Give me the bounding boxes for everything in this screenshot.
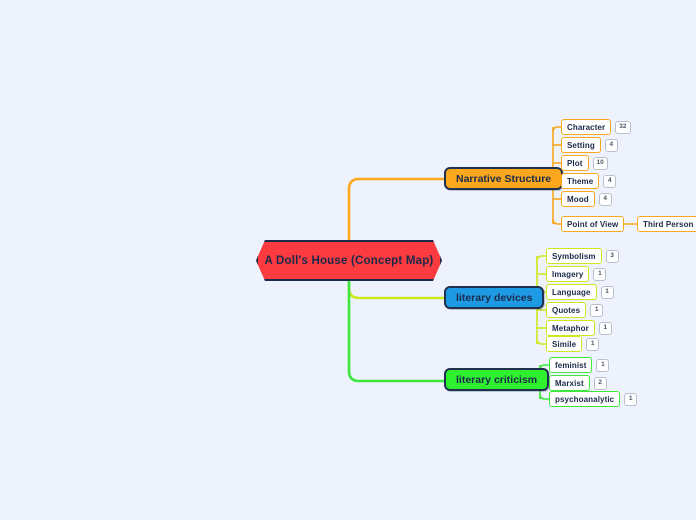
leaf-label[interactable]: Simile (546, 336, 583, 352)
leaf-label[interactable]: Mood (561, 191, 595, 207)
leaf-item[interactable]: Marxist 2 (549, 375, 607, 391)
leaf-badge: 1 (586, 337, 600, 351)
leaf-item[interactable]: Imagery 1 (546, 266, 607, 282)
leaf-label[interactable]: Metaphor (546, 320, 595, 336)
leaf-badge: 1 (596, 358, 610, 372)
leaf-badge: 4 (604, 138, 618, 152)
leaf-label[interactable]: psychoanalytic (549, 391, 621, 407)
leaf-badge: 3 (605, 249, 619, 263)
leaf-item[interactable]: Simile 1 (546, 336, 600, 352)
leaf-label[interactable]: Theme (561, 173, 600, 189)
leaf-item-third-person[interactable]: Third Person Po (637, 216, 696, 232)
leaf-badge: 1 (600, 285, 614, 299)
leaf-item[interactable]: Language 1 (546, 284, 614, 300)
leaf-item[interactable]: Symbolism 3 (546, 248, 619, 264)
leaf-item[interactable]: Plot 10 (561, 155, 608, 171)
leaf-badge: 1 (590, 303, 604, 317)
leaf-badge: 4 (603, 174, 617, 188)
leaf-label[interactable]: Language (546, 284, 597, 300)
leaf-item[interactable]: Point of View (561, 216, 625, 232)
leaf-item[interactable]: Setting 4 (561, 137, 618, 153)
root-node-label: A Doll's House (Concept Map) (264, 254, 434, 267)
leaf-item[interactable]: Mood 4 (561, 191, 612, 207)
leaf-item[interactable]: psychoanalytic 1 (549, 391, 638, 407)
leaf-badge: 10 (592, 156, 608, 170)
leaf-label[interactable]: Third Person Po (637, 216, 696, 232)
leaf-item[interactable]: Metaphor 1 (546, 320, 612, 336)
leaf-item[interactable]: feminist 1 (549, 357, 610, 373)
branch-node-narrative-structure[interactable]: Narrative Structure (444, 167, 564, 190)
leaf-label[interactable]: Character (561, 119, 612, 135)
leaf-item[interactable]: Character 32 (561, 119, 631, 135)
branch-label: literary criticism (456, 373, 538, 386)
leaf-item[interactable]: Quotes 1 (546, 302, 604, 318)
leaf-label[interactable]: feminist (549, 357, 593, 373)
leaf-label[interactable]: Marxist (549, 375, 590, 391)
branch-node-literary-criticism[interactable]: literary criticism (444, 368, 550, 391)
leaf-label[interactable]: Imagery (546, 266, 590, 282)
leaf-label[interactable]: Symbolism (546, 248, 602, 264)
leaf-badge: 32 (615, 120, 631, 134)
branch-label: literary devices (456, 291, 533, 304)
leaf-label[interactable]: Setting (561, 137, 601, 153)
branch-label: Narrative Structure (456, 172, 552, 185)
leaf-badge: 1 (593, 267, 607, 281)
leaf-label[interactable]: Plot (561, 155, 589, 171)
leaf-badge: 2 (593, 376, 607, 390)
leaf-badge: 1 (598, 321, 612, 335)
branch-node-literary-devices[interactable]: literary devices (444, 286, 545, 309)
leaf-label[interactable]: Point of View (561, 216, 625, 232)
mindmap-canvas[interactable]: A Doll's House (Concept Map) Narrative S… (0, 0, 696, 520)
leaf-badge: 1 (624, 392, 638, 406)
root-node[interactable]: A Doll's House (Concept Map) (256, 240, 442, 281)
leaf-badge: 4 (598, 192, 612, 206)
leaf-label[interactable]: Quotes (546, 302, 587, 318)
leaf-item[interactable]: Theme 4 (561, 173, 617, 189)
